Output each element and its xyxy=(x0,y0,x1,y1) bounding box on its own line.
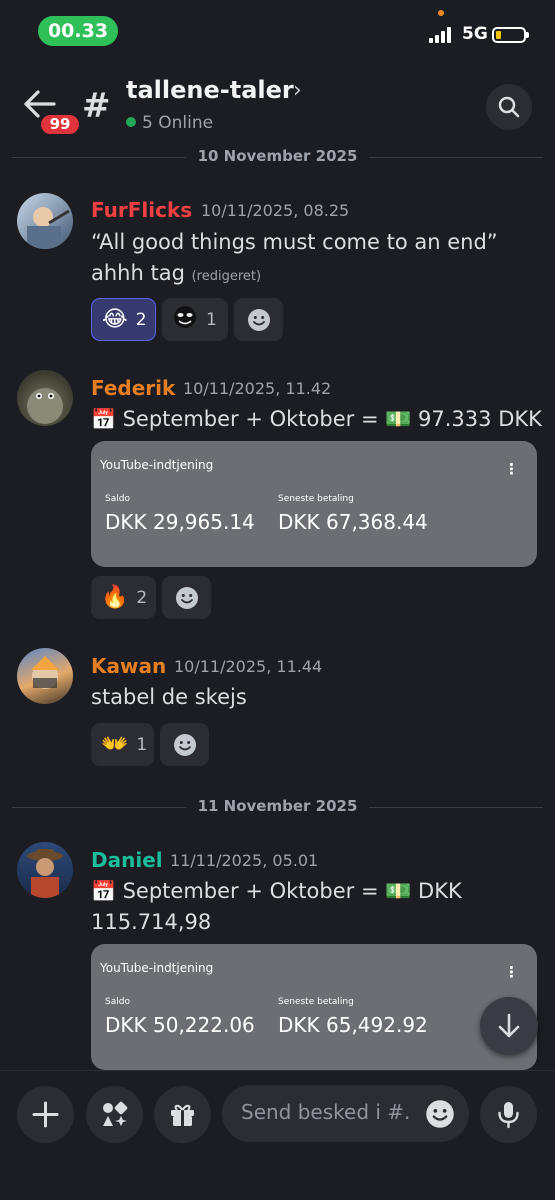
reaction-chip[interactable]: 1 xyxy=(162,298,228,341)
message-input[interactable]: Send besked i #.. xyxy=(222,1085,469,1142)
plus-icon xyxy=(32,1101,59,1128)
smile-icon xyxy=(174,734,196,756)
emoji-picker-icon[interactable] xyxy=(425,1099,455,1129)
last-payment-value: DKK 67,368.44 xyxy=(278,510,428,534)
search-icon xyxy=(498,96,520,118)
online-count: 5 Online xyxy=(126,113,213,133)
last-payment-label: Seneste betaling xyxy=(278,494,354,504)
smile-icon xyxy=(176,587,198,609)
balance-label: Saldo xyxy=(105,494,130,504)
notification-dot xyxy=(438,10,444,16)
add-attachment-button[interactable] xyxy=(17,1086,74,1143)
embed-card[interactable]: YouTube-indtjening ⋮ Saldo DKK 29,965.14… xyxy=(91,441,537,567)
message-text: “All good things must come to an end” ah… xyxy=(91,227,498,292)
apps-icon xyxy=(103,1101,128,1126)
online-label: 5 Online xyxy=(142,113,214,133)
message-line: 115.714,98 xyxy=(91,910,212,934)
edited-label: (redigeret) xyxy=(191,269,262,284)
message-line: “All good things must come to an end” xyxy=(91,230,498,254)
embed-title: YouTube-indtjening xyxy=(100,961,214,975)
reaction-count: 1 xyxy=(206,309,217,330)
avatar[interactable] xyxy=(17,842,73,898)
reaction-chip[interactable]: 😂 2 xyxy=(91,298,156,341)
smile-icon xyxy=(248,309,270,331)
message-timestamp: 10/11/2025, 08.25 xyxy=(201,201,350,220)
add-reaction-button[interactable] xyxy=(234,298,283,341)
balance-value: DKK 50,222.06 xyxy=(105,1013,255,1037)
fire-emoji-icon: 🔥 xyxy=(101,585,129,610)
last-payment-value: DKK 65,492.92 xyxy=(278,1013,428,1037)
calendar-icon: 📅 xyxy=(91,879,116,903)
message-line: ahhh tag (redigeret) xyxy=(91,261,262,285)
author-name[interactable]: FurFlicks xyxy=(91,198,192,222)
reaction-count: 2 xyxy=(136,587,148,608)
channel-title[interactable]: tallene-taler xyxy=(126,76,294,104)
signal-icon xyxy=(429,27,457,43)
embed-title: YouTube-indtjening xyxy=(100,458,214,472)
reaction-count: 2 xyxy=(135,309,147,330)
author-name[interactable]: Federik xyxy=(91,376,175,400)
date-divider: 11 November 2025 xyxy=(12,797,543,817)
custom-emote-icon xyxy=(172,305,198,335)
search-button[interactable] xyxy=(486,84,532,130)
avatar[interactable] xyxy=(17,193,73,249)
microphone-icon xyxy=(498,1102,519,1129)
reaction-count: 1 xyxy=(136,734,148,755)
message-timestamp: 10/11/2025, 11.42 xyxy=(183,379,332,398)
battery-icon xyxy=(492,27,529,43)
last-payment-label: Seneste betaling xyxy=(278,997,354,1007)
message-timestamp: 11/11/2025, 05.01 xyxy=(170,851,319,870)
message-text: 📅 September + Oktober = 💵 97.333 DKK xyxy=(91,404,542,435)
message-input-placeholder: Send besked i #.. xyxy=(241,1100,411,1124)
author-name[interactable]: Daniel xyxy=(91,848,163,872)
reaction-chip[interactable]: 🔥 2 xyxy=(91,576,156,619)
avatar[interactable] xyxy=(17,648,73,704)
message-line: 📅 September + Oktober = 💵 DKK xyxy=(91,876,462,907)
add-reaction-button[interactable] xyxy=(162,576,211,619)
balance-label: Saldo xyxy=(105,997,130,1007)
reaction-chip[interactable]: 👐 1 xyxy=(91,723,154,766)
gift-button[interactable] xyxy=(154,1086,211,1143)
date-divider-label: 11 November 2025 xyxy=(185,797,370,815)
status-time: 00.33 xyxy=(38,16,118,46)
calendar-icon: 📅 xyxy=(91,407,116,431)
jump-to-bottom-button[interactable] xyxy=(480,997,538,1055)
open-hands-emoji-icon: 👐 xyxy=(101,732,129,757)
voice-message-button[interactable] xyxy=(480,1086,537,1143)
network-label: 5G xyxy=(462,24,488,44)
balance-value: DKK 29,965.14 xyxy=(105,510,255,534)
message-text: 📅 September + Oktober = 💵 DKK 115.714,98 xyxy=(91,876,462,938)
more-options-icon[interactable]: ⋮ xyxy=(504,460,519,478)
unread-badge: 99 xyxy=(38,112,82,137)
gift-icon xyxy=(171,1104,194,1126)
add-reaction-button[interactable] xyxy=(160,723,209,766)
avatar[interactable] xyxy=(17,370,73,426)
date-divider-label: 10 November 2025 xyxy=(185,147,370,165)
more-options-icon[interactable]: ⋮ xyxy=(504,963,519,981)
author-name[interactable]: Kawan xyxy=(91,654,166,678)
embed-card[interactable]: YouTube-indtjening ⋮ Saldo DKK 50,222.06… xyxy=(91,944,537,1070)
message-timestamp: 10/11/2025, 11.44 xyxy=(174,657,323,676)
apps-button[interactable] xyxy=(86,1086,143,1143)
message-text: stabel de skejs xyxy=(91,685,247,709)
online-dot-icon xyxy=(126,117,136,127)
chevron-right-icon[interactable]: › xyxy=(293,78,302,103)
message-composer: Send besked i #.. xyxy=(0,1070,555,1200)
date-divider: 10 November 2025 xyxy=(12,147,543,167)
laughing-emoji-icon: 😂 xyxy=(102,307,128,332)
channel-hash-icon: # xyxy=(82,86,111,126)
arrow-down-icon xyxy=(498,1013,520,1038)
status-bar: 00.33 5G xyxy=(0,0,555,62)
